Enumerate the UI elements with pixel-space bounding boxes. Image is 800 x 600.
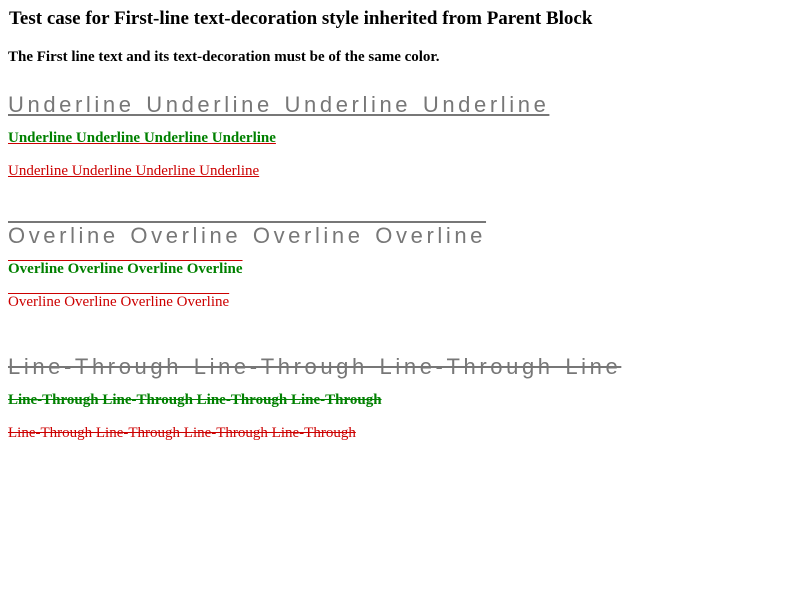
linethrough-large-line: Line-Through Line-Through Line-Through L… [8,354,622,379]
underline-green-line: Underline Underline Underline Underline [8,130,276,146]
overline-red-line: Overline Overline Overline Overline [8,294,230,310]
overline-green-line: Overline Overline Overline Overline [8,261,243,277]
linethrough-green-line: Line-Through Line-Through Line-Through L… [8,392,382,408]
page-subtitle: The First line text and its text-decorat… [8,49,440,65]
underline-red-line: Underline Underline Underline Underline [8,163,260,179]
underline-large-line: Underline Underline Underline Underline [8,92,550,117]
overline-large-line: Overline Overline Overline Overline [8,223,487,248]
linethrough-red-line: Line-Through Line-Through Line-Through L… [8,425,356,441]
page-title: Test case for First-line text-decoration… [9,8,593,29]
